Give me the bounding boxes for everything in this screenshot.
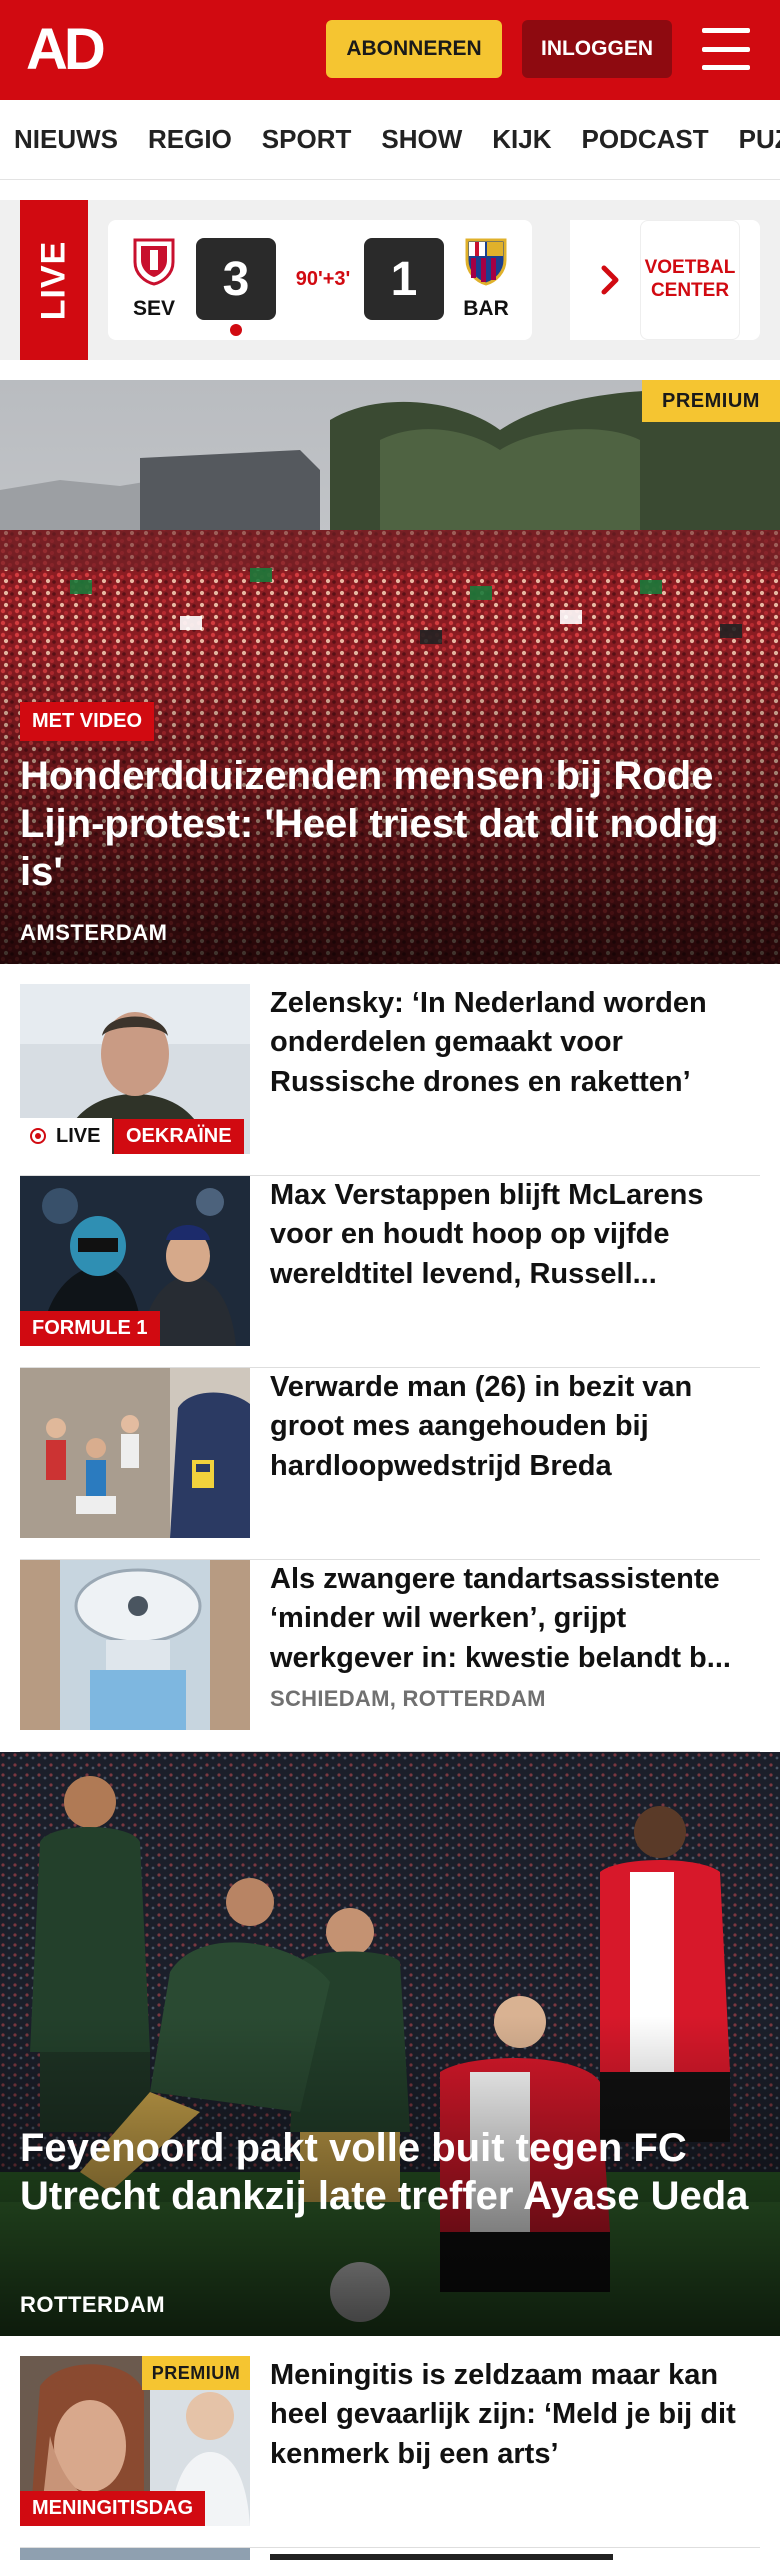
menu-icon[interactable]: [702, 28, 750, 70]
article-location: SCHIEDAM, ROTTERDAM: [270, 1686, 546, 1711]
list-item[interactable]: Verwarde man (26) in bezit van groot mes…: [20, 1368, 760, 1560]
article-headline[interactable]: Zelensky: ‘In Nederland worden onderdele…: [270, 984, 760, 1102]
card-divider: [556, 220, 570, 340]
next-article-headline-peek: [270, 2548, 760, 2560]
match-time: 90'+3': [295, 268, 351, 290]
list-item[interactable]: Als zwangere tandartsassistente ‘minder …: [20, 1560, 760, 1752]
home-team: SEV: [124, 236, 184, 321]
nav-item-sport[interactable]: SPORT: [262, 124, 352, 155]
away-score: 1: [364, 238, 444, 320]
article-thumbnail: [20, 1368, 250, 1538]
hero-location: ROTTERDAM: [20, 2292, 166, 2317]
category-badge: FORMULE 1: [20, 1311, 160, 1346]
hero-headline[interactable]: Feyenoord pakt volle buit tegen FC Utrec…: [20, 2124, 750, 2220]
dental-lamp-image: [20, 1560, 250, 1730]
list-item[interactable]: FORMULE 1 Max Verstappen blijft McLarens…: [20, 1176, 760, 1368]
nav-item-puzzel[interactable]: PUZZ: [739, 124, 780, 155]
ad-logo[interactable]: AD: [26, 21, 106, 79]
home-team-abbr: SEV: [132, 297, 176, 320]
article-headline[interactable]: Meningitis is zeldzaam maar kan heel gev…: [270, 2356, 760, 2474]
hero-article-feyenoord[interactable]: Feyenoord pakt volle buit tegen FC Utrec…: [0, 1752, 780, 2336]
video-badge: MET VIDEO: [20, 702, 155, 741]
article-headline[interactable]: Als zwangere tandartsassistente ‘minder …: [270, 1560, 760, 1678]
list-item[interactable]: PREMIUM MENINGITISDAG Meningitis is zeld…: [20, 2356, 760, 2548]
voetbal-center-card[interactable]: VOETBAL CENTER: [556, 220, 760, 340]
hero-article[interactable]: PREMIUM MET VIDEO Honderdduizenden mense…: [0, 380, 780, 964]
list-item[interactable]: LIVE OEKRAÏNE Zelensky: ‘In Nederland wo…: [20, 984, 760, 1176]
home-score: 3: [196, 238, 276, 320]
article-thumbnail: PREMIUM MENINGITISDAG: [20, 2356, 250, 2526]
article-headline[interactable]: Verwarde man (26) in bezit van groot mes…: [270, 1368, 760, 1486]
live-indicator-dot: [230, 324, 242, 336]
barcelona-crest-icon: [465, 238, 507, 286]
voetbal-center-link[interactable]: VOETBAL CENTER: [640, 220, 740, 340]
article-thumbnail: [20, 1560, 250, 1730]
live-dot-icon: [30, 1128, 46, 1144]
nav-item-kijk[interactable]: KIJK: [492, 124, 551, 155]
article-thumbnail: FORMULE 1: [20, 1176, 250, 1346]
live-badge-label: LIVE: [56, 1124, 101, 1147]
category-badge: OEKRAÏNE: [114, 1119, 244, 1154]
live-badge: LIVE: [20, 1118, 113, 1154]
live-label: LIVE: [20, 200, 88, 360]
hero-location: AMSTERDAM: [20, 920, 168, 945]
subscribe-button[interactable]: ABONNEREN: [326, 20, 502, 78]
live-match-card[interactable]: SEV 3 90'+3' 1 BAR: [108, 220, 532, 340]
away-team: BAR: [456, 236, 516, 321]
hero-headline[interactable]: Honderdduizenden mensen bij Rode Lijn-pr…: [20, 752, 750, 896]
category-badge: MENINGITISDAG: [20, 2491, 206, 2526]
article-thumbnail: LIVE OEKRAÏNE: [20, 984, 250, 1154]
nav-item-show[interactable]: SHOW: [381, 124, 462, 155]
article-headline[interactable]: Max Verstappen blijft McLarens voor en h…: [270, 1176, 760, 1294]
login-button[interactable]: INLOGGEN: [522, 20, 672, 78]
nav-item-nieuws[interactable]: NIEUWS: [14, 124, 118, 155]
live-scores-bar: LIVE SEV 3 90'+3' 1 BAR VOETBAL CENTER: [0, 200, 780, 360]
next-article-thumbnail-peek: [20, 2548, 250, 2560]
premium-badge: PREMIUM: [142, 2356, 250, 2390]
site-header: AD ABONNEREN INLOGGEN: [0, 0, 780, 100]
sevilla-crest-icon: [133, 238, 175, 286]
nav-item-regio[interactable]: REGIO: [148, 124, 232, 155]
premium-badge: PREMIUM: [642, 380, 780, 422]
section-nav: NIEUWS REGIO SPORT SHOW KIJK PODCAST PUZ…: [0, 100, 780, 180]
nav-item-podcast[interactable]: PODCAST: [582, 124, 709, 155]
hardloop-police-image: [20, 1368, 250, 1538]
away-team-abbr: BAR: [463, 297, 509, 320]
chevron-right-icon[interactable]: [592, 262, 628, 298]
